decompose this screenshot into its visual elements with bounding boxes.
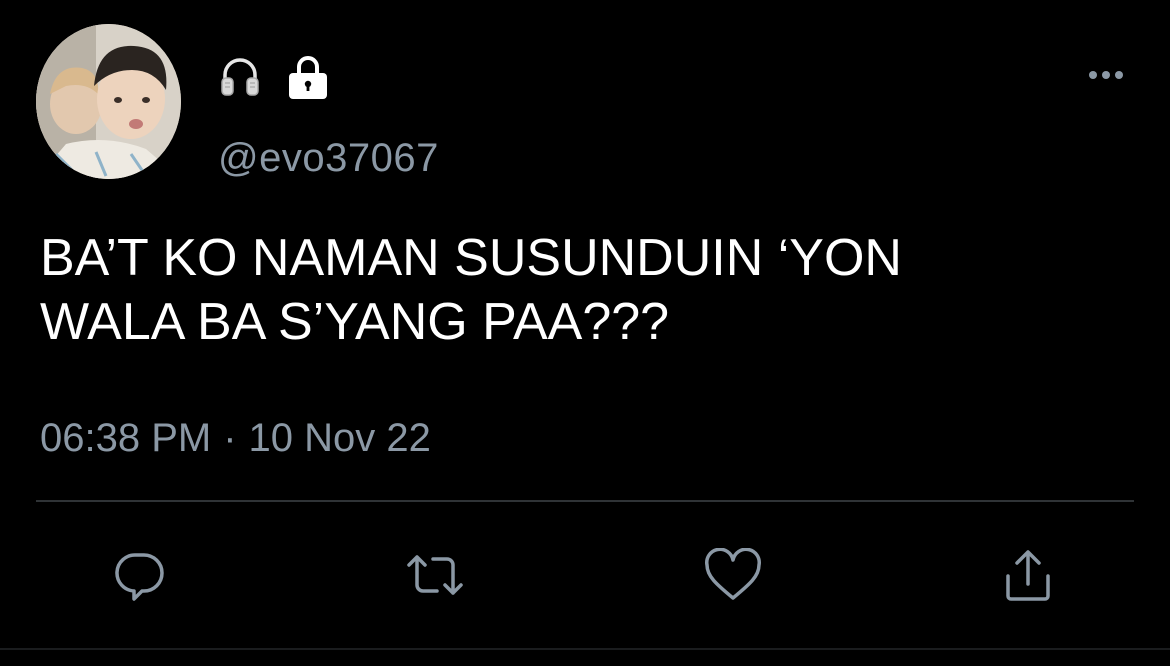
reply-icon[interactable]: [105, 540, 175, 610]
tweet-time[interactable]: 06:38 PM: [40, 416, 211, 461]
display-name-row: [218, 52, 330, 102]
share-icon[interactable]: [993, 540, 1063, 610]
bottom-divider: [0, 648, 1170, 650]
tweet-text: BA’T KO NAMAN SUSUNDUIN ‘YON WALA BA S’Y…: [40, 229, 902, 351]
meta-separator: ·: [223, 416, 237, 460]
retweet-icon[interactable]: [400, 540, 470, 610]
more-options-icon[interactable]: [1084, 60, 1128, 90]
tweet-date[interactable]: 10 Nov 22: [249, 416, 431, 461]
user-handle[interactable]: @evo37067: [218, 136, 439, 181]
like-icon[interactable]: [698, 540, 768, 610]
headphones-icon: [218, 55, 262, 99]
avatar[interactable]: [36, 24, 181, 179]
tweet: @evo37067 BA’T KO NAMAN SUSUNDUIN ‘YON W…: [0, 0, 1170, 666]
lock-icon: [286, 53, 330, 101]
divider: [36, 500, 1134, 502]
tweet-timestamp: 06:38 PM · 10 Nov 22: [40, 416, 431, 461]
tweet-actions: [0, 540, 1170, 610]
